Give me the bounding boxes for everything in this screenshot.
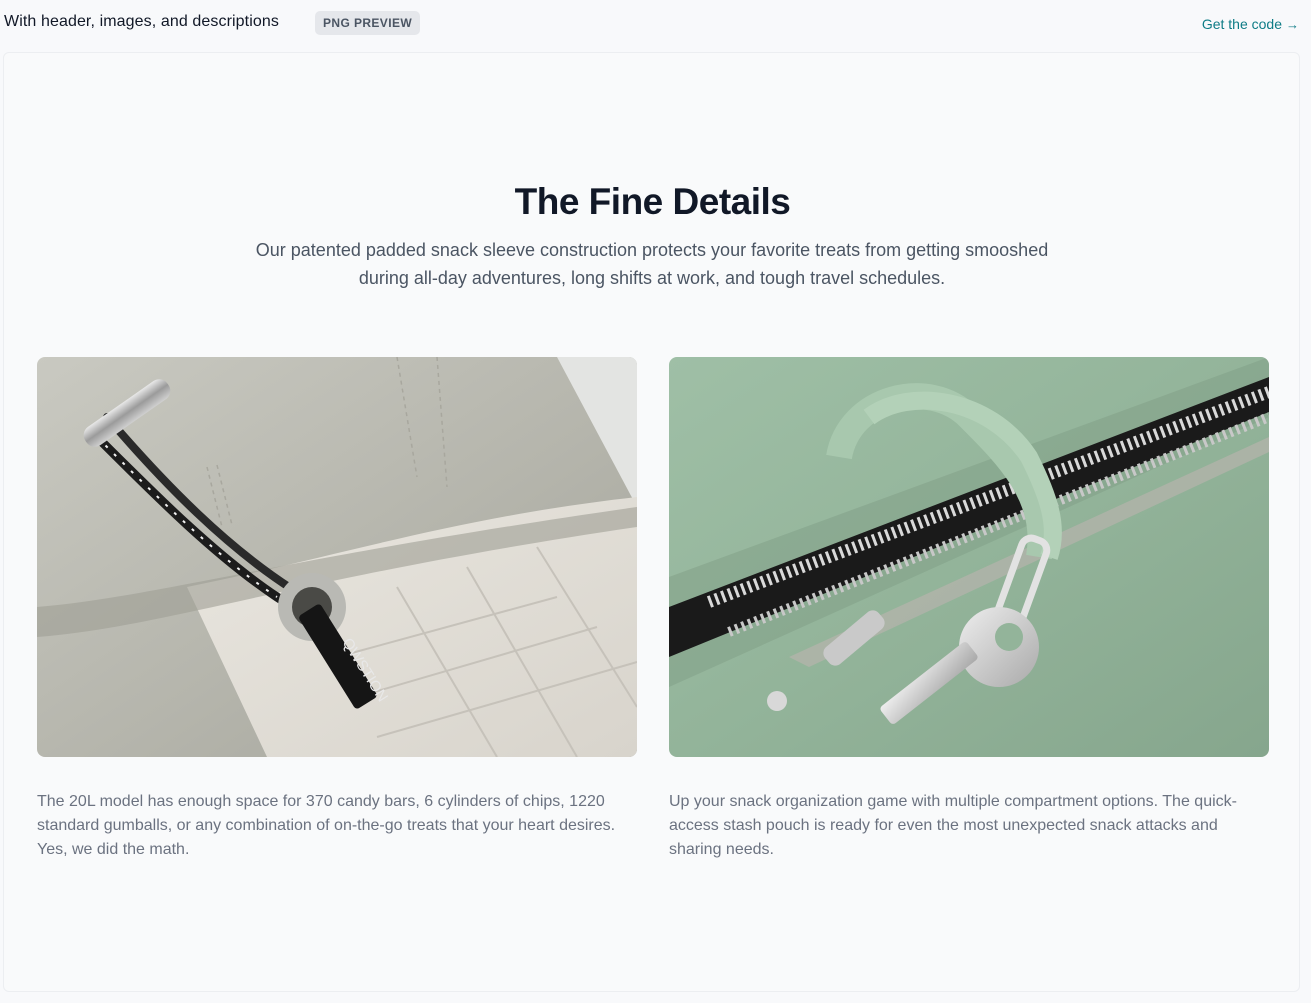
get-the-code-link[interactable]: Get the code → [1202,16,1299,32]
zipper-key-photo-icon [669,357,1269,757]
feature-description-compartments: Up your snack organization game with mul… [669,793,1237,858]
png-preview-badge: PNG PREVIEW [315,11,421,35]
feature-image-zipper [669,357,1269,757]
get-the-code-label: Get the code [1201,16,1282,32]
section-subtext: Our patented padded snack sleeve constru… [255,240,1049,288]
arrow-right-icon: → [1286,16,1299,32]
section-heading: The Fine Details [514,181,791,222]
feature-image-drawstring: QWSTION [37,357,637,757]
feature-description-capacity: The 20L model has enough space for 370 c… [37,793,616,858]
example-title: With header, images, and descriptions [4,13,279,30]
preview-frame: The Fine Details Our patented padded sna… [3,52,1300,992]
preview-header: With header, images, and descriptions PN… [0,0,1311,46]
drawstring-toggle-photo-icon: QWSTION [37,357,637,757]
